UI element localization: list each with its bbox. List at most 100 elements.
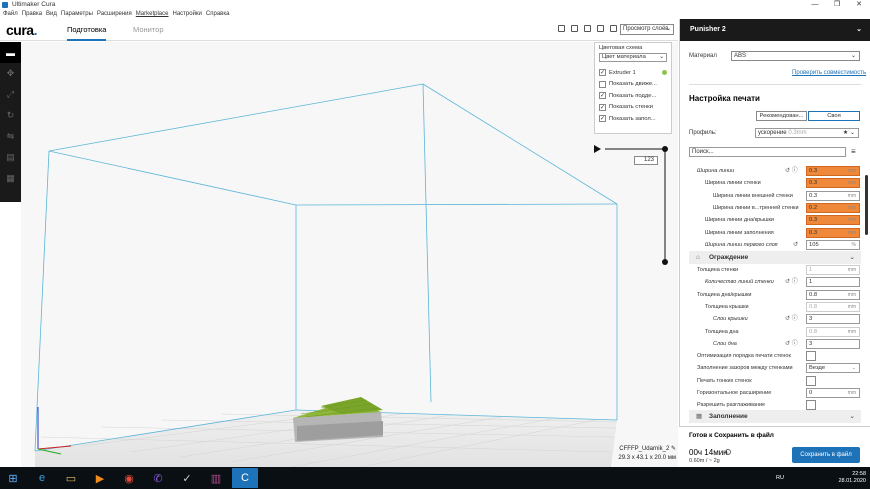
start-icon[interactable]: ⊞ <box>0 468 26 488</box>
layer-number-input[interactable]: 123 <box>634 156 658 165</box>
menu-help[interactable]: Справка <box>206 10 230 19</box>
setting-value: 0.3 mm <box>806 227 860 238</box>
edit-pencil-icon[interactable]: ✎ <box>671 446 676 452</box>
build-volume-frame <box>34 83 618 452</box>
setting-row[interactable]: Толщина стенки 1 mm <box>689 264 861 276</box>
view-front-icon[interactable] <box>571 25 578 32</box>
maximize-button[interactable]: ❐ <box>826 0 848 10</box>
menu-extensions[interactable]: Расширения <box>97 10 132 19</box>
profile-label: Профиль: <box>689 130 717 136</box>
scale-tool-icon[interactable]: ⤢ <box>0 84 21 105</box>
setting-row[interactable]: Ширина линии заполнения 0.3 mm <box>689 227 861 239</box>
cura-taskbar-icon[interactable]: C <box>232 468 258 488</box>
setting-row[interactable]: Ширина линии в...тренней стенки 0.2 mm <box>689 202 861 214</box>
ironing-checkbox[interactable] <box>806 400 816 411</box>
move-tool-icon[interactable]: ✥ <box>0 63 21 84</box>
explorer-icon[interactable]: ▭ <box>58 468 84 488</box>
view-right-icon[interactable] <box>610 25 617 32</box>
setting-row[interactable]: Оптимизация порядка печати стенок <box>689 350 861 362</box>
setting-row[interactable]: Слои дна ↺ ⓘ 3 <box>689 338 861 350</box>
setting-row[interactable]: Количество линий стенки ↺ ⓘ 1 <box>689 276 861 288</box>
menu-marketplace[interactable]: Marketplace <box>136 10 169 19</box>
support-blocker-icon[interactable]: ▦ <box>0 168 21 189</box>
tab-monitor[interactable]: Монитор <box>133 25 164 34</box>
view-3d-icon[interactable] <box>558 25 565 32</box>
reset-icon[interactable]: ↺ <box>793 239 798 251</box>
view-top-icon[interactable] <box>584 25 591 32</box>
check-compatibility-link[interactable]: Проверить совместимость <box>792 70 866 76</box>
setting-row[interactable]: Заполнение зазоров между стенками Везде ⌄ <box>689 362 861 374</box>
layer-slider-bottom-handle[interactable] <box>662 259 668 265</box>
info-icon[interactable]: i <box>725 449 731 455</box>
mode-recommended-button[interactable]: Рекомендован... <box>756 111 807 121</box>
material-select[interactable]: ABS ⌄ <box>731 51 860 61</box>
reset-info-icon[interactable]: ↺ ⓘ <box>785 338 798 350</box>
category-infill[interactable]: ▦ Заполнение ⌄ <box>689 410 861 423</box>
reset-info-icon[interactable]: ↺ ⓘ <box>785 313 798 325</box>
menu-settings[interactable]: Параметры <box>61 10 93 19</box>
menu-preferences[interactable]: Настройки <box>172 10 201 19</box>
show-travels-row[interactable]: Показать движе... <box>599 79 667 91</box>
view-left-icon[interactable] <box>597 25 604 32</box>
winrar-icon[interactable]: ▥ <box>203 468 229 488</box>
show-support-row[interactable]: ✓ Показать подде... <box>599 90 667 102</box>
show-support-checkbox[interactable]: ✓ <box>599 92 606 100</box>
setting-row[interactable]: Ширина линии ↺ ⓘ 0.3 mm <box>689 165 861 177</box>
tab-prepare[interactable]: Подготовка <box>67 25 107 41</box>
view-type-select[interactable]: Просмотр слоёв ⌄ <box>620 24 674 35</box>
profile-select[interactable]: ускорение 0.3mm ★ ⌄ <box>755 128 859 138</box>
settings-scrollbar[interactable] <box>865 175 868 235</box>
color-scheme-select[interactable]: Цвет материала ⌄ <box>599 53 667 62</box>
setting-row[interactable]: Ширина линии первого слоя ↺ 105% <box>689 239 861 251</box>
mode-custom-button[interactable]: Своя <box>808 111 860 121</box>
menu-edit[interactable]: Правка <box>22 10 42 19</box>
setting-row[interactable]: Слои крышки ↺ ⓘ 3 <box>689 313 861 325</box>
menu-view[interactable]: Вид <box>46 10 57 19</box>
open-file-icon[interactable]: ▬ <box>0 42 21 63</box>
setting-row[interactable]: Ширина линии внешней стенки 0.3 mm <box>689 190 861 202</box>
show-travels-checkbox[interactable] <box>599 80 606 88</box>
clock[interactable]: 22:58 28.01.2020 <box>838 471 866 485</box>
app-icon[interactable]: ✓ <box>174 468 200 488</box>
language-indicator[interactable]: RU <box>776 475 784 481</box>
show-infill-checkbox[interactable]: ✓ <box>599 115 606 123</box>
layer-slider[interactable] <box>590 142 675 267</box>
setting-row[interactable]: Печать тонких стенок <box>689 375 861 387</box>
chrome-icon[interactable]: ◉ <box>116 468 142 488</box>
settings-menu-icon[interactable]: ≡ <box>851 147 856 156</box>
thin-walls-checkbox[interactable] <box>806 375 816 386</box>
mirror-tool-icon[interactable]: ⇋ <box>0 126 21 147</box>
reset-info-icon[interactable]: ↺ ⓘ <box>785 276 798 288</box>
setting-row[interactable]: Толщина дна/крышки 0.8 mm <box>689 289 861 301</box>
save-to-file-button[interactable]: Сохранить в файл <box>792 447 860 463</box>
minimize-button[interactable]: — <box>804 0 826 10</box>
show-infill-row[interactable]: ✓ Показать запол... <box>599 113 667 125</box>
menu-file[interactable]: Файл <box>3 10 18 19</box>
ready-status: Готов к Сохранить в файл <box>689 432 774 439</box>
3d-viewport[interactable] <box>21 42 678 467</box>
rotate-tool-icon[interactable]: ↻ <box>0 105 21 126</box>
per-model-settings-icon[interactable]: ▤ <box>0 147 21 168</box>
category-shell[interactable]: ⌂ Ограждение ⌄ <box>689 251 861 264</box>
extruder-row[interactable]: ✓ Extruder 1 <box>599 67 667 79</box>
fill-gaps-select[interactable]: Везде ⌄ <box>806 363 860 374</box>
optimize-wall-order-checkbox[interactable] <box>806 351 816 362</box>
setting-row[interactable]: Толщина дна 0.8 mm <box>689 326 861 338</box>
setting-row[interactable]: Горизонтальное расширение 0 mm <box>689 387 861 399</box>
printer-selector[interactable]: Punisher 2 ⌄ <box>680 19 870 41</box>
viber-icon[interactable]: ✆ <box>145 468 171 488</box>
play-icon[interactable] <box>594 145 601 153</box>
show-walls-checkbox[interactable]: ✓ <box>599 103 606 111</box>
chevron-down-icon: ⌄ <box>851 365 856 372</box>
close-button[interactable]: ✕ <box>848 0 870 10</box>
media-player-icon[interactable]: ▶ <box>87 468 113 488</box>
extruder-checkbox[interactable]: ✓ <box>599 69 606 77</box>
show-walls-row[interactable]: ✓ Показать стенки <box>599 102 667 114</box>
reset-info-icon[interactable]: ↺ ⓘ <box>785 165 798 177</box>
setting-row[interactable]: Ширина линии стенки 0.3 mm <box>689 177 861 189</box>
setting-row[interactable]: Толщина крышки 0.8 mm <box>689 301 861 313</box>
setting-value: 0 mm <box>806 388 860 398</box>
search-input[interactable]: Поиск... <box>689 147 846 157</box>
ie-icon[interactable]: e <box>29 468 55 488</box>
setting-row[interactable]: Ширина линии дна/крышки 0.3 mm <box>689 214 861 226</box>
